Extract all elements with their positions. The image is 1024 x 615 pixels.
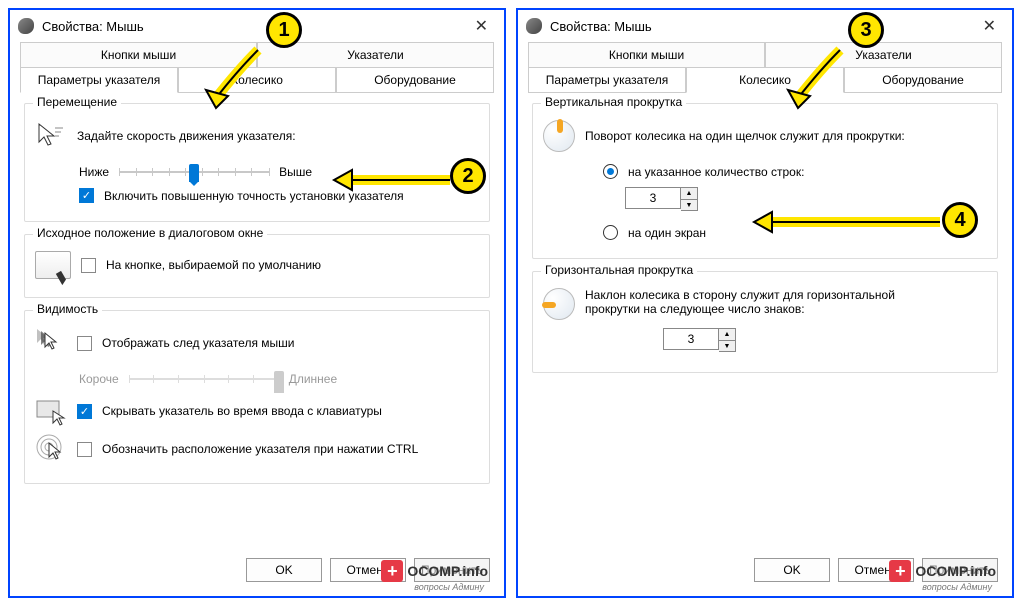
- vertical-wheel-icon: [543, 120, 575, 152]
- vertical-title: Вертикальная прокрутка: [541, 95, 686, 109]
- trails-long-label: Длиннее: [289, 372, 337, 386]
- slider-slow-label: Ниже: [79, 165, 109, 179]
- spinner-up[interactable]: ▲: [681, 188, 697, 199]
- ctrl-locate-icon: [35, 433, 67, 465]
- hide-cursor-icon: [35, 395, 67, 427]
- snap-checkbox[interactable]: [81, 258, 96, 273]
- spinner-up[interactable]: ▲: [719, 329, 735, 340]
- hide-typing-checkbox[interactable]: ✓: [77, 404, 92, 419]
- scroll-lines-label: на указанное количество строк:: [628, 165, 804, 179]
- ok-button[interactable]: OK: [754, 558, 830, 582]
- horizontal-desc: Наклон колесика в сторону служит для гор…: [585, 288, 905, 316]
- callout-4-number: 4: [942, 202, 978, 238]
- close-icon[interactable]: ✕: [975, 16, 1004, 36]
- tab-pointers[interactable]: Указатели: [257, 42, 494, 68]
- enhance-precision-checkbox[interactable]: ✓: [79, 188, 94, 203]
- trails-length-slider: [129, 369, 279, 389]
- content-area: Вертикальная прокрутка Поворот колесика …: [518, 93, 1012, 550]
- window-title: Свойства: Мышь: [550, 19, 975, 34]
- ctrl-locate-checkbox[interactable]: [77, 442, 92, 457]
- tab-pointer-options[interactable]: Параметры указателя: [528, 67, 686, 93]
- cancel-button[interactable]: Отмена: [838, 558, 914, 582]
- ctrl-locate-label: Обозначить расположение указателя при на…: [102, 442, 418, 456]
- spinner-down[interactable]: ▼: [681, 199, 697, 210]
- tab-hardware[interactable]: Оборудование: [336, 67, 494, 93]
- visibility-title: Видимость: [33, 302, 102, 316]
- scroll-lines-input[interactable]: [625, 187, 681, 209]
- callout-1-number: 1: [266, 12, 302, 48]
- trails-checkbox[interactable]: [77, 336, 92, 351]
- snap-label: На кнопке, выбираемой по умолчанию: [106, 258, 321, 272]
- spinner-down[interactable]: ▼: [719, 340, 735, 351]
- cancel-button[interactable]: Отмена: [330, 558, 406, 582]
- close-icon[interactable]: ✕: [467, 16, 496, 36]
- watermark-subtitle: вопросы Админу: [414, 582, 484, 592]
- titlebar: Свойства: Мышь ✕: [518, 10, 1012, 42]
- horizontal-chars-input[interactable]: [663, 328, 719, 350]
- tabs-row-1: Кнопки мыши Указатели: [518, 42, 1012, 68]
- motion-title: Перемещение: [33, 95, 121, 109]
- hide-typing-label: Скрывать указатель во время ввода с клав…: [102, 404, 382, 418]
- snap-group: Исходное положение в диалоговом окне На …: [24, 234, 490, 298]
- mouse-properties-window-right: Свойства: Мышь ✕ Кнопки мыши Указатели П…: [516, 8, 1014, 598]
- pointer-speed-slider[interactable]: [119, 162, 269, 182]
- scroll-screen-label: на один экран: [628, 226, 706, 240]
- trails-cursor-icon: [35, 327, 67, 359]
- callout-3-number: 3: [848, 12, 884, 48]
- window-icon: [18, 18, 34, 34]
- window-icon: [526, 18, 542, 34]
- window-title: Свойства: Мышь: [42, 19, 467, 34]
- callout-2-number: 2: [450, 158, 486, 194]
- speed-label: Задайте скорость движения указателя:: [77, 129, 296, 143]
- scroll-screen-radio[interactable]: [603, 225, 618, 240]
- horizontal-wheel-icon: [543, 288, 575, 320]
- scroll-lines-radio[interactable]: [603, 164, 618, 179]
- vertical-desc: Поворот колесика на один щелчок служит д…: [585, 129, 905, 143]
- snap-dialog-icon: [35, 251, 71, 279]
- tab-buttons[interactable]: Кнопки мыши: [528, 42, 765, 68]
- slider-fast-label: Выше: [279, 165, 312, 179]
- trails-label: Отображать след указателя мыши: [102, 336, 295, 350]
- trails-short-label: Короче: [79, 372, 119, 386]
- snap-title: Исходное положение в диалоговом окне: [33, 226, 267, 240]
- titlebar: Свойства: Мышь ✕: [10, 10, 504, 42]
- horizontal-title: Горизонтальная прокрутка: [541, 263, 697, 277]
- watermark-subtitle: вопросы Админу: [922, 582, 992, 592]
- ok-button[interactable]: OK: [246, 558, 322, 582]
- tabs-row-2: Параметры указателя Колесико Оборудовани…: [518, 67, 1012, 93]
- apply-button[interactable]: Применить: [414, 558, 490, 582]
- apply-button[interactable]: Применить: [922, 558, 998, 582]
- visibility-group: Видимость Отображать след указателя мыши…: [24, 310, 490, 484]
- tab-pointer-options[interactable]: Параметры указателя: [20, 67, 178, 93]
- horizontal-scroll-group: Горизонтальная прокрутка Наклон колесика…: [532, 271, 998, 373]
- motion-cursor-icon: [35, 120, 67, 152]
